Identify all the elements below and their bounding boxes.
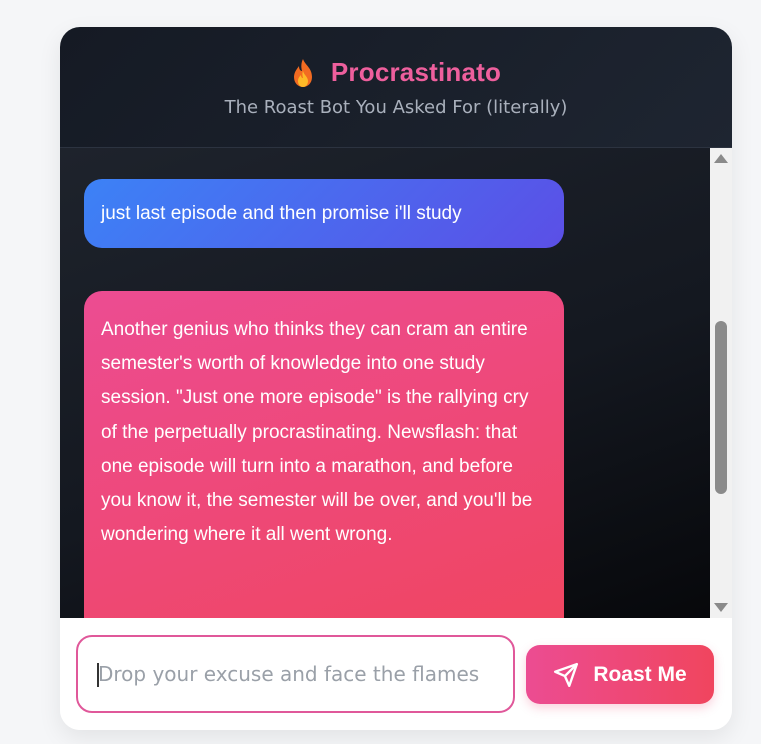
- input-bar: Roast Me: [60, 618, 732, 730]
- chat-messages[interactable]: just last episode and then promise i'll …: [60, 148, 710, 618]
- user-message-bubble: just last episode and then promise i'll …: [84, 179, 564, 248]
- scroll-down-arrow-icon[interactable]: [714, 603, 728, 612]
- text-caret: [97, 663, 99, 687]
- title-row: Procrastinato: [60, 57, 732, 88]
- bot-message-bubble: Another genius who thinks they can cram …: [84, 291, 564, 618]
- app-title: Procrastinato: [330, 57, 502, 87]
- scrollbar-thumb[interactable]: [715, 321, 727, 494]
- excuse-input[interactable]: [76, 635, 515, 713]
- fire-icon: [291, 58, 315, 88]
- roast-me-button[interactable]: Roast Me: [526, 645, 714, 704]
- chat-header: Procrastinato The Roast Bot You Asked Fo…: [60, 27, 732, 148]
- app-subtitle: The Roast Bot You Asked For (literally): [224, 97, 568, 118]
- scroll-up-arrow-icon[interactable]: [714, 154, 728, 163]
- send-icon: [553, 662, 579, 688]
- chat-scrollbar[interactable]: [710, 148, 732, 618]
- roast-bot-app: Procrastinato The Roast Bot You Asked Fo…: [60, 27, 732, 730]
- roast-me-label: Roast Me: [593, 662, 687, 686]
